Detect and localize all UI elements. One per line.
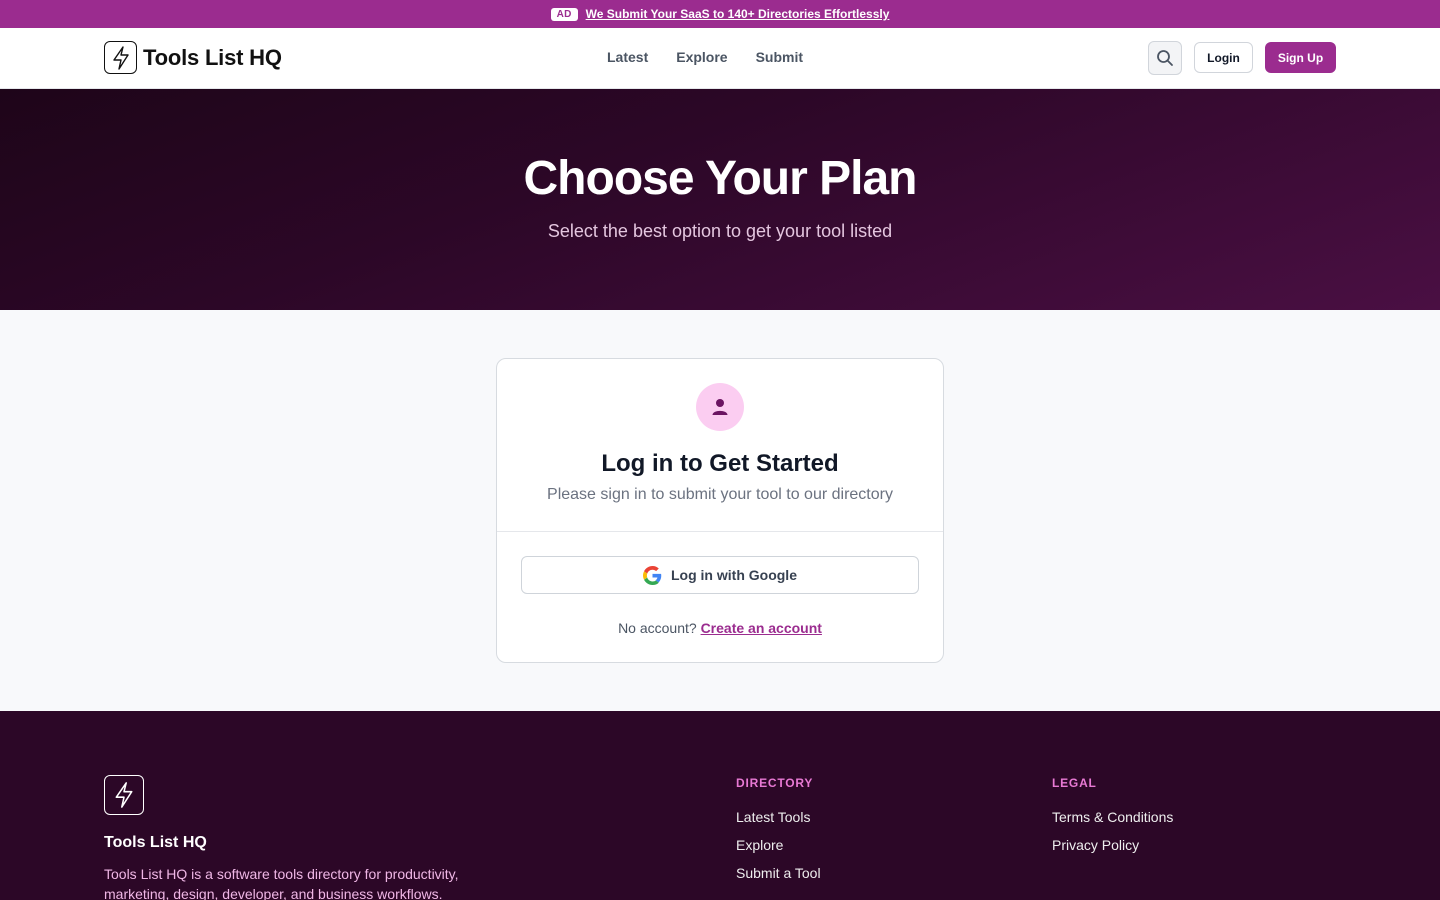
google-icon (643, 565, 662, 585)
footer-legal-column: LEGAL Terms & Conditions Privacy Policy (1052, 776, 1173, 865)
search-button[interactable] (1148, 41, 1182, 75)
signup-button[interactable]: Sign Up (1265, 42, 1336, 73)
footer-brand-name: Tools List HQ (104, 834, 207, 851)
ad-banner: AD We Submit Your SaaS to 140+ Directori… (0, 0, 1440, 28)
site-footer: Tools List HQ Tools List HQ is a softwar… (0, 711, 1440, 900)
user-icon (696, 383, 744, 431)
no-account-label: No account? (618, 620, 697, 636)
card-divider (497, 531, 943, 532)
footer-link-latest-tools[interactable]: Latest Tools (736, 809, 821, 837)
nav-latest[interactable]: Latest (607, 49, 648, 65)
footer-link-privacy[interactable]: Privacy Policy (1052, 837, 1173, 865)
bolt-logo-icon (104, 41, 137, 74)
footer-link-explore[interactable]: Explore (736, 837, 821, 865)
page-title: Choose Your Plan (523, 152, 918, 205)
login-card: Log in to Get Started Please sign in to … (496, 358, 944, 663)
logo-text: Tools List HQ (143, 44, 282, 70)
hero-section: Choose Your Plan Select the best option … (0, 89, 1440, 310)
login-button[interactable]: Login (1194, 42, 1253, 73)
footer-link-submit-tool[interactable]: Submit a Tool (736, 865, 821, 893)
no-account-text: No account? Create an account (497, 620, 943, 636)
nav-explore[interactable]: Explore (676, 49, 727, 65)
footer-description: Tools List HQ is a software tools direct… (104, 866, 459, 900)
google-login-button[interactable]: Log in with Google (521, 556, 919, 594)
ad-badge: AD (550, 7, 578, 21)
site-logo[interactable]: Tools List HQ (104, 41, 282, 74)
card-subtitle: Please sign in to submit your tool to ou… (547, 486, 893, 503)
footer-bolt-logo-icon[interactable] (104, 775, 144, 815)
page-subtitle: Select the best option to get your tool … (547, 221, 893, 241)
google-login-label: Log in with Google (671, 567, 797, 583)
nav-submit[interactable]: Submit (756, 49, 803, 65)
site-header: Tools List HQ Latest Explore Submit Logi… (0, 28, 1440, 89)
main-nav: Latest Explore Submit (607, 49, 803, 65)
footer-directory-column: DIRECTORY Latest Tools Explore Submit a … (736, 776, 821, 893)
create-account-link[interactable]: Create an account (701, 620, 822, 636)
footer-directory-heading: DIRECTORY (736, 776, 814, 790)
search-icon (1157, 50, 1173, 66)
footer-legal-heading: LEGAL (1052, 776, 1097, 790)
ad-link[interactable]: We Submit Your SaaS to 140+ Directories … (586, 7, 890, 21)
footer-link-terms[interactable]: Terms & Conditions (1052, 809, 1173, 837)
card-title: Log in to Get Started (601, 450, 839, 477)
